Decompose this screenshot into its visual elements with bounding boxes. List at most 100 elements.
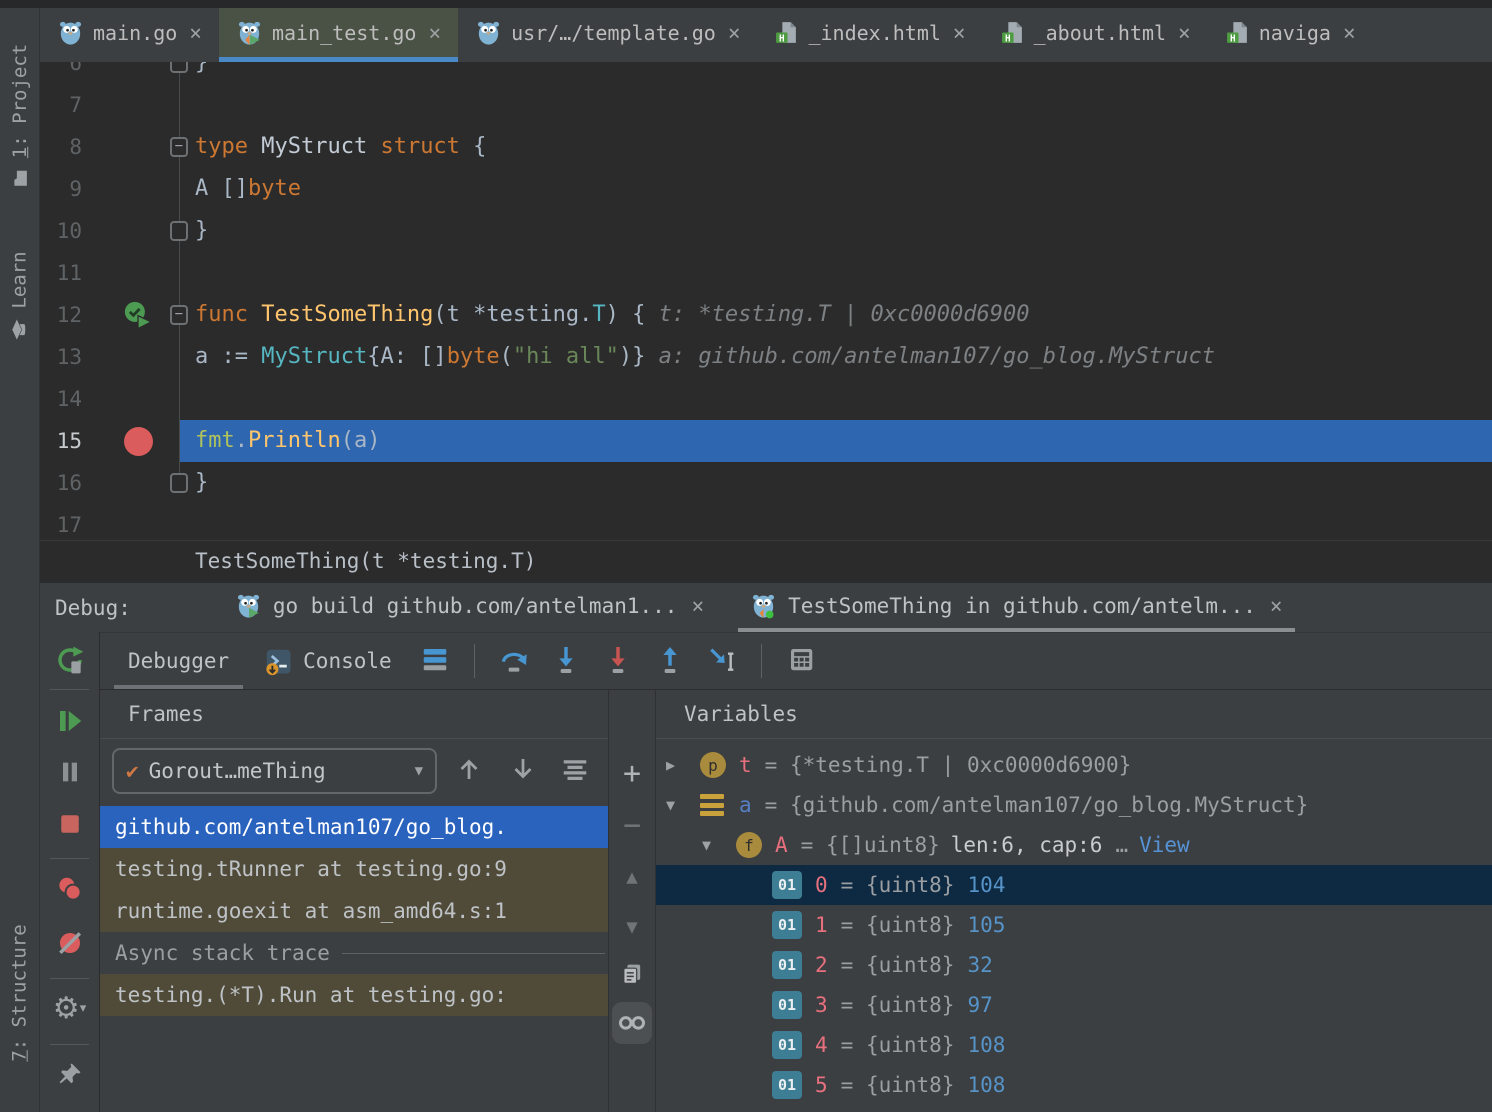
evaluate-grid-button[interactable]	[778, 638, 824, 684]
view-link[interactable]: View	[1139, 833, 1190, 857]
code-editor[interactable]: 6}78−type MyStruct struct {9 A []byte10}…	[40, 62, 1492, 540]
tab-close-icon[interactable]: ×	[189, 21, 202, 45]
fold-marker-icon[interactable]	[170, 62, 188, 73]
html-file-icon: H	[1000, 20, 1025, 45]
tab-close-icon[interactable]: ×	[428, 21, 441, 45]
step-over-button[interactable]	[491, 638, 537, 684]
tab-console[interactable]: Console	[249, 633, 406, 689]
variable-name: 1	[815, 913, 828, 937]
collapse-arrow-icon[interactable]: ▼	[702, 836, 736, 854]
binary-value-icon: 01	[772, 1031, 802, 1059]
toolbar-separator	[50, 1044, 89, 1045]
variable-name: a	[739, 793, 752, 817]
code-text: a := MyStruct{A: []byte("hi all")} a: gi…	[195, 336, 1215, 378]
remove-watch-button[interactable]: −	[623, 808, 641, 843]
code-text: func TestSomeThing(t *testing.T) { t: *t…	[195, 294, 1029, 336]
hide-frames-button[interactable]	[558, 754, 592, 788]
tab-debugger[interactable]: Debugger	[114, 633, 243, 689]
stack-frame-row[interactable]: runtime.goexit at asm_amd64.s:1	[100, 890, 608, 932]
stop-button[interactable]	[56, 810, 84, 842]
close-icon[interactable]: ×	[1270, 594, 1283, 618]
duplicate-watch-button[interactable]	[618, 960, 646, 992]
pause-button[interactable]	[56, 758, 84, 790]
variable-row-3[interactable]: 013= {uint8}97	[656, 985, 1492, 1025]
step-into-icon	[550, 643, 582, 679]
variables-header: Variables	[656, 690, 1492, 739]
collapse-arrow-icon[interactable]: ▼	[666, 796, 700, 814]
fold-marker-icon[interactable]: −	[170, 137, 188, 157]
stop-icon	[56, 810, 84, 842]
next-frame-button[interactable]	[506, 754, 540, 788]
variable-row-1[interactable]: 011= {uint8}105	[656, 905, 1492, 945]
variable-row-4[interactable]: 014= {uint8}108	[656, 1025, 1492, 1065]
editor-tab-main_test.go[interactable]: main_test.go×	[219, 8, 458, 62]
pin-icon	[56, 1060, 84, 1092]
variable-number-value: 108	[967, 1033, 1005, 1057]
resume-button[interactable]	[55, 706, 85, 740]
rerun-button[interactable]	[54, 644, 86, 680]
debugger-tab-label: Debugger	[128, 649, 229, 673]
run-test-icon[interactable]	[120, 294, 156, 336]
editor-tab-usr-template.go[interactable]: usr/…/template.go×	[458, 8, 757, 62]
run-to-cursor-button[interactable]	[699, 638, 745, 684]
stack-frame-row[interactable]: testing.(*T).Run at testing.go:	[100, 974, 608, 1016]
show-watches-button[interactable]	[612, 1002, 652, 1044]
tab-close-icon[interactable]: ×	[953, 21, 966, 45]
settings-button[interactable]: ⚙▾	[53, 994, 86, 1024]
toolbar-separator	[50, 858, 89, 859]
breadcrumb[interactable]: TestSomeThing(t *testing.T)	[40, 540, 1492, 582]
fold-marker-icon[interactable]	[170, 473, 188, 493]
previous-frame-button[interactable]	[452, 754, 486, 788]
variable-row-A[interactable]: ▼fA= {[]uint8}len:6, cap:6…View	[656, 825, 1492, 865]
fold-marker-icon[interactable]: −	[170, 305, 188, 325]
pin-tab-button[interactable]	[56, 1060, 84, 1092]
binary-value-icon: 01	[772, 951, 802, 979]
debug-session-tab-go-build[interactable]: go build github.com/antelman1... ×	[223, 583, 716, 632]
tab-close-icon[interactable]: ×	[728, 21, 741, 45]
stack-frame-row[interactable]: testing.tRunner at testing.go:9	[100, 848, 608, 890]
binoculars-icon	[617, 1006, 647, 1040]
code-line-9: 9 A []byte	[40, 168, 1492, 210]
stack-frame-row[interactable]: github.com/antelman107/go_blog.	[100, 806, 608, 848]
learn-rail-label: Learn	[9, 251, 31, 308]
variable-row-2[interactable]: 012= {uint8}32	[656, 945, 1492, 985]
tab-close-icon[interactable]: ×	[1178, 21, 1191, 45]
thread-selector-dropdown[interactable]: ✔ Gorout…meThing ▼	[112, 748, 437, 794]
editor-tab-main.go[interactable]: main.go ×	[40, 8, 219, 62]
move-watch-down-button[interactable]: ▼	[626, 916, 637, 938]
editor-tab-_about.html[interactable]: H_about.html×	[983, 8, 1208, 62]
debug-session-tab-test-some-thing[interactable]: TestSomeThing in github.com/antelm... ×	[738, 583, 1294, 632]
tab-label: main.go	[93, 21, 177, 45]
view-breakpoints-button[interactable]	[55, 874, 85, 908]
html-file-icon: H	[774, 20, 799, 45]
force-step-into-button[interactable]	[595, 638, 641, 684]
value-ellipsis: …	[1115, 833, 1128, 857]
line-number: 15	[40, 420, 82, 462]
variable-row-0[interactable]: 010= {uint8}104	[656, 865, 1492, 905]
editor-tab-naviga[interactable]: Hnaviga×	[1208, 8, 1373, 62]
variable-row-a[interactable]: ▼a= {github.com/antelman107/go_blog.MySt…	[656, 785, 1492, 825]
add-watch-button[interactable]: +	[623, 756, 641, 791]
step-into-button[interactable]	[543, 638, 589, 684]
move-watch-up-button[interactable]: ▲	[626, 866, 637, 888]
mute-breakpoints-button[interactable]	[55, 928, 85, 962]
tab-close-icon[interactable]: ×	[1343, 21, 1356, 45]
close-icon[interactable]: ×	[691, 594, 704, 618]
threads-layout-button[interactable]	[412, 638, 458, 684]
variable-name: A	[775, 833, 788, 857]
variable-value: = {uint8}	[841, 953, 955, 977]
editor-tab-_index.html[interactable]: H_index.html×	[757, 8, 982, 62]
code-line-8: 8−type MyStruct struct {	[40, 126, 1492, 168]
line-number: 12	[40, 294, 82, 336]
frames-panel: Frames ✔ Gorout…meThing ▼ github.com/ant…	[100, 690, 608, 1112]
line-number: 17	[40, 504, 82, 540]
variable-row-t[interactable]: ▶pt= {*testing.T | 0xc0000d6900}	[656, 745, 1492, 785]
breakpoint-icon[interactable]	[120, 420, 156, 462]
expand-arrow-icon[interactable]: ▶	[666, 756, 700, 774]
variable-row-5[interactable]: 015= {uint8}108	[656, 1065, 1492, 1105]
step-out-button[interactable]	[647, 638, 693, 684]
gopher-debug-icon	[750, 592, 777, 619]
breadcrumb-function[interactable]: TestSomeThing(t *testing.T)	[195, 549, 536, 573]
fold-marker-icon[interactable]	[170, 221, 188, 241]
code-line-6: 6}	[40, 62, 1492, 84]
